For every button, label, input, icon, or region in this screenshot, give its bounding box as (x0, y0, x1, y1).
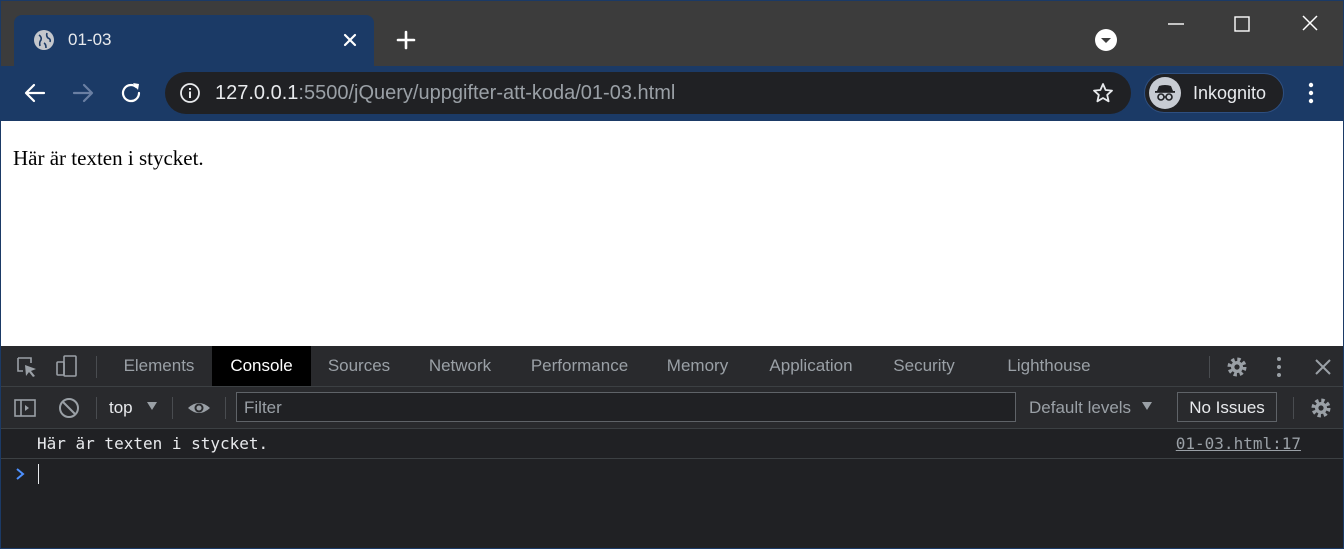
plus-icon[interactable] (394, 28, 418, 52)
page-viewport: Här är texten i stycket. (1, 121, 1343, 346)
star-icon[interactable] (1091, 81, 1115, 105)
gear-icon[interactable] (1225, 355, 1249, 379)
tab-search-icon[interactable] (1094, 28, 1118, 52)
kebab-menu-icon[interactable] (1267, 355, 1291, 379)
inspect-element-icon[interactable] (15, 355, 39, 379)
maximize-icon[interactable] (1227, 11, 1257, 37)
profile-label: Inkognito (1193, 83, 1267, 103)
tab-sources[interactable]: Sources (311, 346, 407, 386)
tab-title: 01-03 (68, 30, 112, 49)
browser-tab[interactable]: 01-03 (14, 15, 374, 66)
devtools-tab-bar: Elements Console Sources Network Perform… (1, 346, 1343, 387)
device-toolbar-icon[interactable] (55, 354, 79, 378)
text-caret (38, 464, 39, 484)
dropdown-arrow-icon (1142, 402, 1152, 410)
tab-strip: 01-03 (1, 1, 1343, 66)
info-icon[interactable] (179, 82, 201, 104)
separator (1293, 397, 1294, 419)
back-arrow-icon[interactable] (21, 79, 49, 107)
address-bar[interactable]: 127.0.0.1:5500/jQuery/uppgifter-att-koda… (165, 72, 1131, 114)
url-text: 127.0.0.1:5500/jQuery/uppgifter-att-koda… (215, 81, 675, 105)
tab-memory[interactable]: Memory (646, 346, 749, 386)
tab-lighthouse[interactable]: Lighthouse (989, 346, 1109, 386)
tab-network[interactable]: Network (407, 346, 513, 386)
close-icon[interactable] (340, 30, 360, 50)
separator (96, 397, 97, 419)
reload-icon[interactable] (117, 79, 145, 107)
globe-icon (34, 30, 54, 50)
url-path: :5500/jQuery/uppgifter-att-koda/01-03.ht… (298, 82, 676, 104)
browser-window: 01-03 127.0.0.1:5500/jQuery/uppgifter-at… (0, 0, 1344, 549)
tab-console[interactable]: Console (212, 346, 311, 386)
tab-application[interactable]: Application (749, 346, 873, 386)
separator (96, 356, 97, 378)
filter-placeholder: Filter (244, 398, 282, 417)
console-prompt[interactable] (1, 459, 1343, 489)
close-icon[interactable] (1311, 355, 1335, 379)
browser-toolbar: 127.0.0.1:5500/jQuery/uppgifter-att-koda… (1, 66, 1343, 121)
context-selector[interactable]: top (109, 398, 133, 418)
dropdown-arrow-icon (147, 402, 157, 410)
tab-security[interactable]: Security (873, 346, 975, 386)
chevron-right-icon (16, 468, 25, 480)
console-toolbar: top Filter Default levels No Issues (1, 387, 1343, 429)
eye-icon[interactable] (187, 396, 211, 420)
log-levels-dropdown[interactable]: Default levels (1029, 398, 1131, 418)
clear-console-icon[interactable] (57, 396, 81, 420)
log-message: Här är texten i stycket. (37, 434, 269, 453)
tab-performance[interactable]: Performance (513, 346, 646, 386)
separator (1209, 356, 1210, 378)
issues-button[interactable]: No Issues (1177, 392, 1277, 422)
profile-button[interactable]: Inkognito (1144, 73, 1284, 113)
url-host: 127.0.0.1 (215, 82, 299, 104)
window-close-icon[interactable] (1295, 11, 1325, 37)
issues-label: No Issues (1189, 398, 1265, 417)
filter-input[interactable]: Filter (236, 392, 1016, 422)
forward-arrow-icon[interactable] (69, 79, 97, 107)
devtools-panel: Elements Console Sources Network Perform… (1, 346, 1343, 548)
sidebar-toggle-icon[interactable] (13, 396, 37, 420)
kebab-menu-icon[interactable] (1299, 80, 1323, 106)
incognito-icon (1149, 77, 1181, 109)
minimize-icon[interactable] (1161, 11, 1191, 37)
console-log-row: Här är texten i stycket. 01-03.html:17 (1, 429, 1343, 459)
gear-icon[interactable] (1309, 396, 1333, 420)
page-paragraph: Här är texten i stycket. (13, 146, 204, 170)
separator (172, 397, 173, 419)
separator (225, 397, 226, 419)
tab-elements[interactable]: Elements (106, 346, 212, 386)
log-source-link[interactable]: 01-03.html:17 (1176, 435, 1301, 453)
